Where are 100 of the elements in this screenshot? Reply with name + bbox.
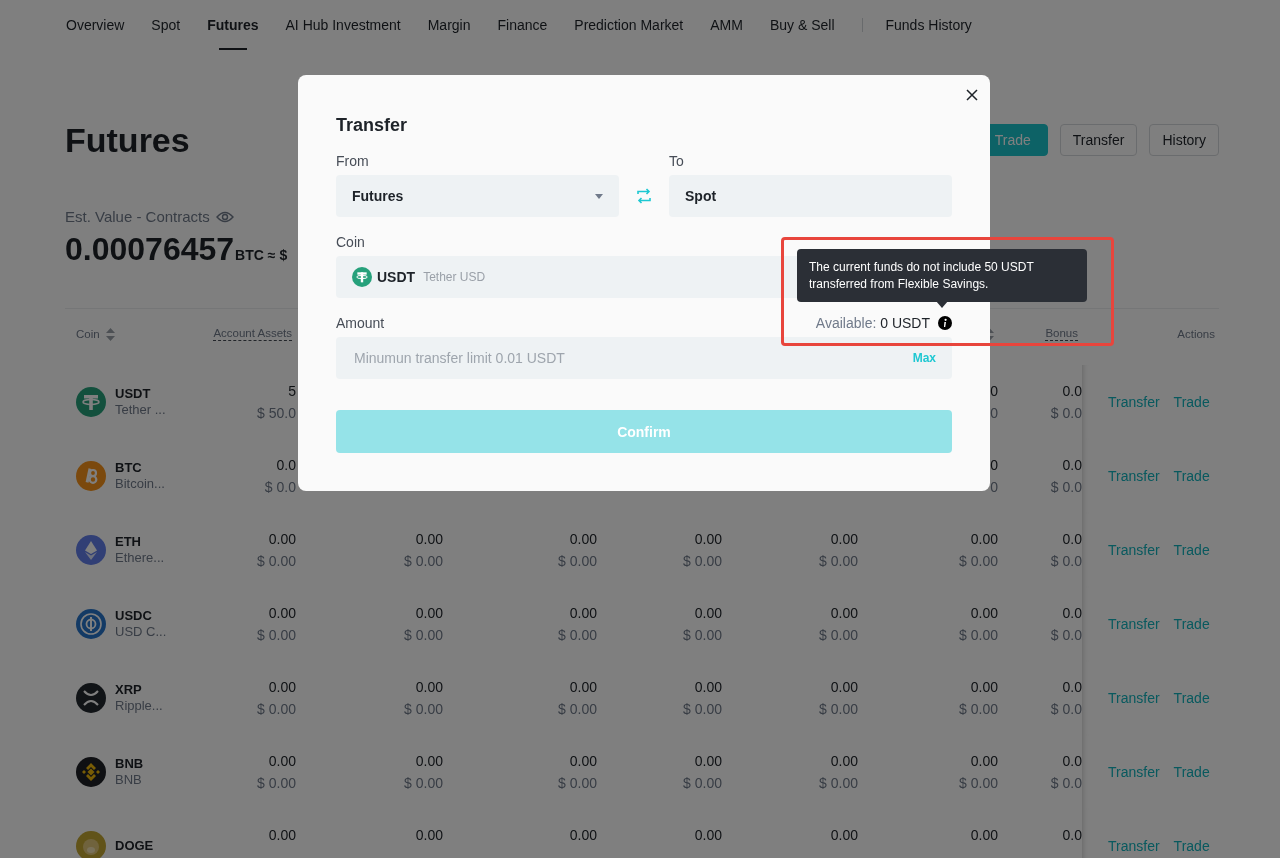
amount-text: 0.00 — [414, 530, 443, 549]
available-text: Available: 0 USDT — [815, 315, 930, 331]
nav-tab[interactable]: AMM — [710, 0, 743, 50]
nav-tab[interactable]: Overview — [66, 0, 125, 50]
coin-icon — [76, 683, 106, 713]
estimate-approx: ≈ $ — [267, 247, 288, 263]
usd-value: $ 0.00 — [682, 552, 722, 571]
nav-tab[interactable]: Finance — [497, 0, 548, 50]
amount-text: 0.00 — [568, 530, 597, 549]
amount-text: 0.00 — [568, 604, 597, 623]
amount-text: 0.00 — [693, 826, 722, 845]
header-button[interactable]: History — [1149, 124, 1219, 156]
amount-text: 0.00 — [568, 678, 597, 697]
nav-tab[interactable]: Funds History — [861, 18, 972, 32]
amount-text: 0.00 — [829, 530, 858, 549]
usd-value: $ 0.00 — [557, 774, 597, 793]
action-link[interactable]: Transfer — [1108, 690, 1160, 706]
nav-tab[interactable]: Margin — [427, 0, 471, 50]
usd-value: 0 — [989, 478, 998, 497]
coin-icon — [76, 609, 106, 639]
usd-value: $ 0.00 — [958, 626, 998, 645]
action-link[interactable]: Transfer — [1108, 394, 1160, 410]
usd-value: $ 0.00 — [958, 774, 998, 793]
coin-name: USD C... — [115, 624, 167, 640]
coin-name: BNB — [115, 772, 143, 788]
eye-icon[interactable] — [215, 211, 234, 223]
usd-value: $ 0.00 — [403, 552, 443, 571]
nav-tab[interactable]: Buy & Sell — [769, 0, 835, 50]
amount-field[interactable]: Minumun transfer limit 0.01 USDT Max — [336, 337, 952, 379]
amount-text: 0.0 — [1061, 678, 1082, 697]
amount-text: 0.0 — [1061, 826, 1082, 845]
amount-text: 0.0 — [1061, 530, 1082, 549]
coin-name: Ripple... — [115, 698, 163, 714]
estimate-value: 0.00076457 — [65, 232, 235, 266]
coin-icon — [352, 267, 372, 287]
tooltip-pointer — [936, 301, 948, 308]
amount-text: 0.00 — [693, 604, 722, 623]
amount-text: 0 — [989, 382, 998, 401]
usd-value: $ 0.0 — [1049, 626, 1082, 645]
coin-symbol: DOGE — [115, 838, 154, 854]
amount-text: 0.00 — [568, 826, 597, 845]
field-label: Amount — [336, 314, 385, 333]
close-button[interactable] — [964, 87, 980, 103]
dialog-title: Transfer — [336, 114, 409, 137]
nav-tab[interactable]: Prediction Market — [574, 0, 684, 50]
coin-name: Tether USD — [423, 270, 486, 284]
amount-text: 0.00 — [693, 530, 722, 549]
coin-symbol: BTC — [115, 460, 143, 476]
action-link[interactable]: Trade — [1173, 690, 1210, 706]
header-button[interactable]: Transfer — [1059, 124, 1138, 156]
sort-icon[interactable] — [105, 327, 115, 341]
from-select[interactable]: Futures — [336, 175, 619, 217]
usd-value: $ 0.00 — [557, 626, 597, 645]
usd-value: $ 0.00 — [818, 774, 858, 793]
usd-value: $ 0.00 — [256, 700, 296, 719]
amount-text: 0.00 — [414, 604, 443, 623]
amount-text: 0.0 — [1061, 456, 1082, 475]
usd-value: $ 0.00 — [682, 626, 722, 645]
caret-icon — [595, 193, 603, 199]
action-link[interactable]: Trade — [1173, 394, 1210, 410]
nav-tab[interactable]: Spot — [151, 0, 181, 50]
column-header: Bonus — [1045, 327, 1078, 341]
usd-value: $ 0.00 — [557, 552, 597, 571]
usd-value: $ 0.00 — [682, 774, 722, 793]
coin-symbol: USDT — [377, 269, 416, 285]
usd-value: 0 — [989, 404, 998, 423]
amount-text: 0.00 — [829, 678, 858, 697]
amount-text: 0.00 — [414, 826, 443, 845]
action-link[interactable]: Trade — [1173, 468, 1210, 484]
column-header: Coin — [76, 328, 100, 340]
amount-text: 0.0 — [1061, 752, 1082, 771]
swap-icon[interactable] — [637, 188, 651, 204]
action-link[interactable]: Transfer — [1108, 838, 1160, 854]
amount-text: 0.0 — [1061, 382, 1082, 401]
usd-value: $ 0.00 — [256, 774, 296, 793]
coin-symbol: ETH — [115, 534, 142, 550]
usd-value: $ 0.0 — [1049, 552, 1082, 571]
amount-text: 0.00 — [414, 678, 443, 697]
nav-tab[interactable]: AI Hub Investment — [285, 0, 401, 50]
usd-value: $ 0.0 — [1049, 774, 1082, 793]
amount-text: 0.00 — [267, 826, 296, 845]
usd-value: $ 0.00 — [557, 700, 597, 719]
amount-text: 0.00 — [267, 530, 296, 549]
action-link[interactable]: Transfer — [1108, 542, 1160, 558]
action-link[interactable]: Trade — [1173, 764, 1210, 780]
action-link[interactable]: Trade — [1173, 838, 1210, 854]
action-link[interactable]: Trade — [1173, 542, 1210, 558]
info-icon[interactable] — [938, 316, 952, 330]
to-field[interactable]: Spot — [669, 175, 952, 217]
max-button[interactable]: Max — [896, 337, 952, 379]
estimate-label: Est. Value - Contracts — [65, 208, 210, 226]
action-link[interactable]: Trade — [1173, 616, 1210, 632]
action-link[interactable]: Transfer — [1108, 764, 1160, 780]
coin-name: Bitcoin... — [115, 476, 165, 492]
nav-tab[interactable]: Futures — [207, 0, 259, 50]
coin-icon — [76, 831, 106, 858]
action-link[interactable]: Transfer — [1108, 468, 1160, 484]
action-link[interactable]: Transfer — [1108, 616, 1160, 632]
coin-symbol: BNB — [115, 756, 144, 772]
usd-value: $ 0.00 — [958, 552, 998, 571]
